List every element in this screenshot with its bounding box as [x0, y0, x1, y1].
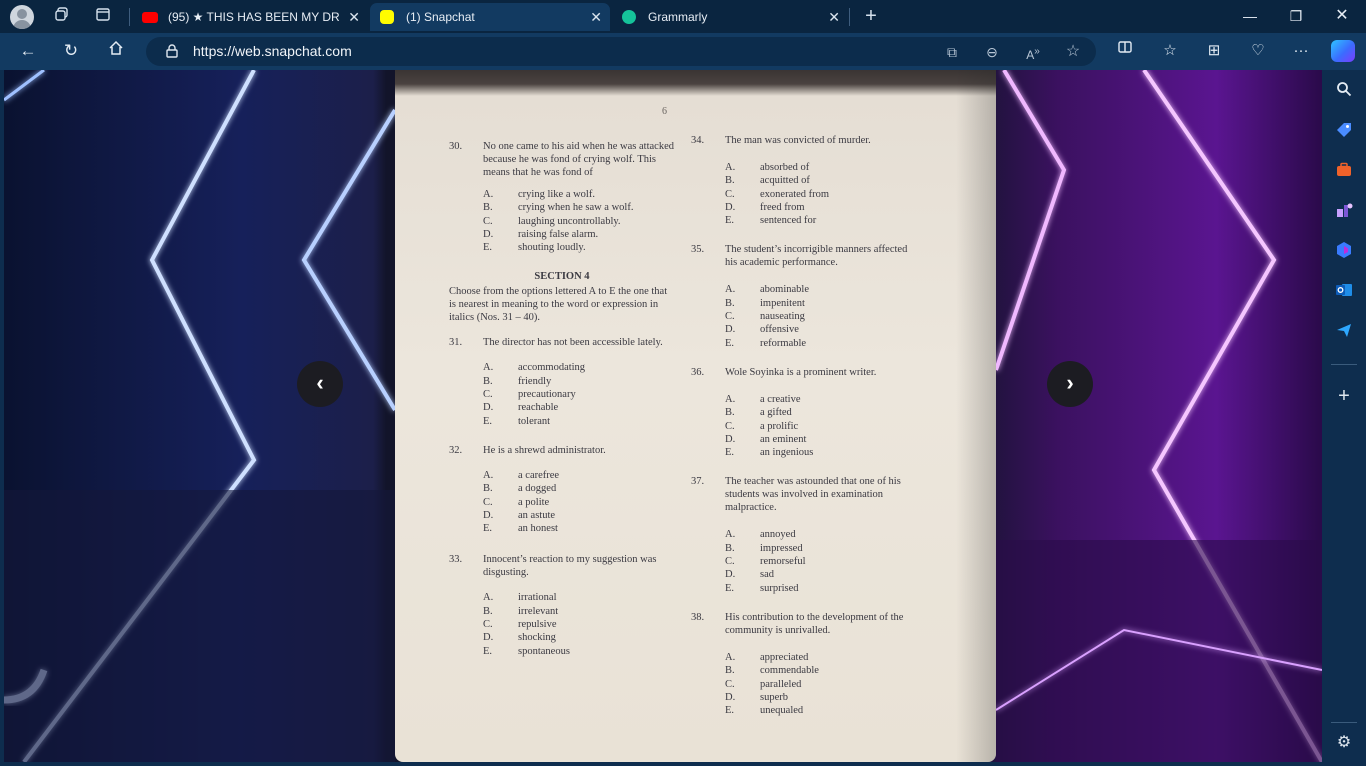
profile-avatar-icon[interactable] — [10, 5, 34, 29]
tab-snapchat[interactable]: (1) Snapchat ✕ — [370, 3, 610, 31]
close-tab-icon[interactable]: ✕ — [828, 3, 840, 31]
question-30: 30. No one came to his aid when he was a… — [449, 141, 674, 254]
add-sidebar-app-icon[interactable]: + — [1332, 385, 1356, 407]
section-title: SECTION 4 — [534, 271, 590, 283]
question-34: 34. The man was convicted of murder. A. a… — [691, 134, 911, 227]
options: A. a creative B. a gifted C. a prolific D. a… — [725, 393, 814, 459]
tab-title: Grammarly — [648, 10, 708, 24]
snapchat-viewer: 6 30. No one came to his aid when he was… — [4, 70, 1322, 762]
next-arrow-icon[interactable]: › — [1047, 361, 1093, 407]
new-tab-icon[interactable]: + — [860, 6, 882, 26]
options: A. absorbed of B. acquitted of C. exonerate… — [725, 162, 830, 227]
navigation-toolbar: ← ↻ https://web.snapchat.com ⧉ ⊖ A» ☆ ☆ … — [0, 33, 1366, 70]
workspaces-icon[interactable] — [51, 6, 73, 26]
section-instruction: Choose from the options lettered A to E … — [449, 286, 668, 324]
back-icon[interactable]: ← — [15, 39, 41, 63]
photo-shadow — [956, 70, 996, 762]
browser-essentials-icon[interactable]: ♡ — [1245, 39, 1271, 63]
question-36: 36. Wole Soyinka is a prominent writer. … — [691, 366, 911, 459]
options: A. abominable B. impenitent C. nauseating D… — [725, 284, 809, 349]
games-icon[interactable] — [1332, 201, 1356, 223]
shopping-tag-icon[interactable] — [1332, 121, 1356, 143]
tab-actions-icon[interactable] — [92, 6, 114, 26]
page-number: 6 — [662, 106, 667, 117]
favorite-star-icon[interactable]: ☆ — [1062, 41, 1084, 63]
exam-paper-photo: 6 30. No one came to his aid when he was… — [395, 70, 996, 762]
search-icon[interactable] — [1332, 81, 1356, 103]
restore-icon[interactable]: ❐ — [1276, 4, 1316, 28]
send-drop-icon[interactable] — [1332, 321, 1356, 343]
youtube-icon — [142, 12, 158, 23]
tools-briefcase-icon[interactable] — [1332, 161, 1356, 183]
question-37: 37. The teacher was astounded that one o… — [691, 475, 911, 594]
more-menu-icon[interactable]: ··· — [1288, 39, 1314, 63]
home-icon[interactable] — [103, 39, 129, 63]
options: A. accommodating B. friendly C. precautiona… — [483, 362, 586, 427]
sidebar-divider — [1331, 364, 1357, 365]
url-text[interactable]: https://web.snapchat.com — [193, 37, 352, 66]
sidebar-settings-gear-icon[interactable]: ⚙ — [1332, 732, 1356, 754]
tab-youtube[interactable]: (95) ★ THIS HAS BEEN MY DREAM ✕ — [132, 3, 368, 31]
close-window-icon[interactable]: ✕ — [1322, 4, 1362, 28]
tab-grammarly[interactable]: Grammarly ✕ — [612, 3, 848, 31]
options: A. irrational B. irrelevant C. repulsive D.… — [483, 592, 570, 657]
browser-window: (95) ★ THIS HAS BEEN MY DREAM ✕ (1) Snap… — [0, 0, 1366, 766]
close-tab-icon[interactable]: ✕ — [590, 3, 602, 31]
favorites-icon[interactable]: ☆ — [1157, 39, 1183, 63]
snapchat-icon — [380, 10, 394, 24]
microsoft-365-icon[interactable] — [1332, 241, 1356, 263]
question-33: 33. Innocent’s reaction to my suggestion… — [449, 553, 675, 657]
options: A. crying like a wolf. B. crying when he s… — [483, 189, 634, 254]
options: A. a carefree B. a dogged C. a polite D. an … — [483, 469, 560, 535]
options: A. appreciated B. commendable C. paralleled… — [725, 651, 819, 717]
refresh-icon[interactable]: ↻ — [58, 39, 84, 63]
lock-icon[interactable] — [166, 44, 178, 58]
question-35: 35. The student’s incorrigible manners a… — [691, 243, 911, 349]
previous-arrow-icon[interactable]: ‹ — [297, 361, 343, 407]
question-38: 38. His contribution to the development … — [691, 611, 911, 717]
left-column: 30. No one came to his aid when he was a… — [449, 140, 675, 658]
split-screen-icon[interactable] — [1112, 39, 1138, 63]
grammarly-icon — [622, 10, 636, 24]
question-32: 32. He is a shrewd administrator. A. a ca… — [449, 444, 675, 535]
tab-separator — [129, 8, 130, 26]
close-tab-icon[interactable]: ✕ — [348, 3, 360, 31]
collections-icon[interactable]: ⊞ — [1201, 39, 1227, 63]
edge-sidebar: + ⚙ — [1322, 70, 1366, 766]
zoom-out-icon[interactable]: ⊖ — [981, 41, 1003, 63]
tab-separator — [849, 8, 850, 26]
tab-title: (95) ★ THIS HAS BEEN MY DREAM — [168, 10, 340, 24]
tab-title: (1) Snapchat — [406, 10, 475, 24]
right-column: 34. The man was convicted of murder. A. a… — [691, 134, 911, 717]
tab-strip: (95) ★ THIS HAS BEEN MY DREAM ✕ (1) Snap… — [0, 0, 1366, 33]
options: A. annoyed B. impressed C. remorseful D. sad… — [725, 529, 806, 594]
outlook-icon[interactable] — [1332, 281, 1356, 303]
minimize-icon[interactable]: — — [1230, 4, 1270, 28]
open-in-app-icon[interactable]: ⧉ — [941, 41, 963, 63]
sidebar-divider — [1331, 722, 1357, 723]
copilot-icon[interactable] — [1331, 40, 1355, 62]
read-aloud-icon[interactable]: A» — [1022, 41, 1044, 63]
question-31: 31. The director has not been accessible… — [449, 336, 675, 427]
address-bar[interactable]: https://web.snapchat.com ⧉ ⊖ A» ☆ — [146, 37, 1096, 66]
